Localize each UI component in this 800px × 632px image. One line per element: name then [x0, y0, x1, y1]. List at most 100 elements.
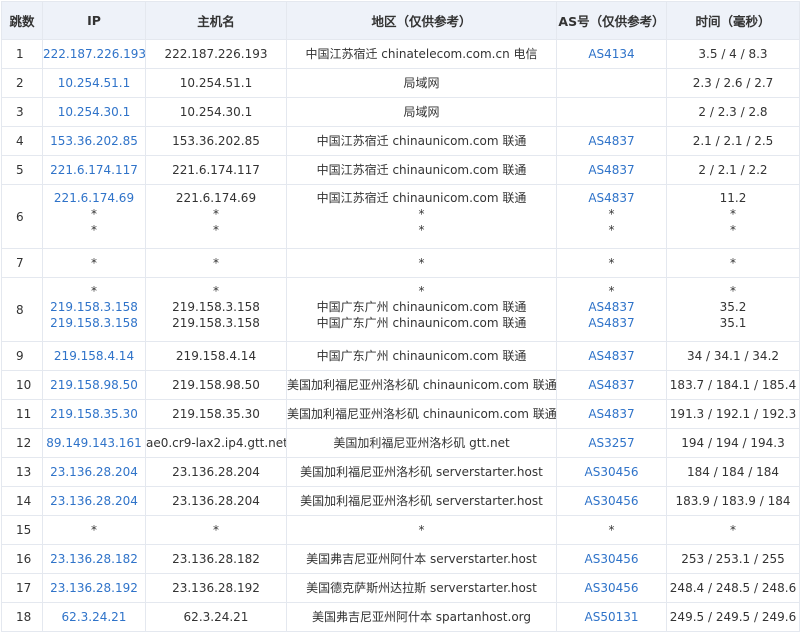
region-cell-text: * — [418, 284, 425, 298]
time-cell-text: 183.9 / 183.9 / 184 — [675, 494, 791, 508]
as-link[interactable]: AS30456 — [557, 551, 666, 567]
ip-link[interactable]: 153.36.202.85 — [43, 133, 145, 149]
ip-link[interactable]: 219.158.3.158 — [43, 315, 145, 331]
as-link[interactable]: AS30456 — [557, 493, 666, 509]
as-link[interactable]: AS4837 — [557, 299, 666, 315]
table-row: 18 62.3.24.21 62.3.24.21 美国弗吉尼亚州阿什本 spartan… — [1, 602, 800, 632]
ip-cell: 62.3.24.21 — [42, 602, 146, 632]
table-row: 5 221.6.174.117 221.6.174.117 中国江苏宿迁 chinau… — [1, 155, 800, 185]
region-cell: 中国江苏宿迁 chinatelecom.com.cn 电信 — [286, 39, 557, 69]
region-cell-text: 美国加利福尼亚州洛杉矶 serverstarter.host — [300, 494, 543, 508]
ip-link[interactable]: 219.158.4.14 — [43, 348, 145, 364]
region-cell-text: * — [418, 523, 425, 537]
region-cell-text: 局域网 — [403, 76, 440, 90]
ip-link[interactable]: 221.6.174.69 — [43, 190, 145, 206]
ip-link[interactable]: 219.158.98.50 — [43, 377, 145, 393]
ip-cell: * — [42, 248, 146, 278]
hostname-cell: 23.136.28.192 — [145, 573, 287, 603]
as-link — [557, 75, 666, 91]
ip-link[interactable]: 23.136.28.204 — [43, 493, 145, 509]
region-cell: 美国加利福尼亚州洛杉矶 chinaunicom.com 联通 — [286, 370, 557, 400]
table-row: 3 10.254.30.1 10.254.30.1 局域网 2 / 2.3 / 2.8 — [1, 97, 800, 127]
hostname-cell-text: 219.158.3.158 — [172, 300, 260, 314]
ip-link[interactable]: 23.136.28.204 — [43, 464, 145, 480]
ip-link[interactable]: 89.149.143.161 — [43, 435, 145, 451]
time-cell-text: * — [730, 207, 736, 221]
time-cell: * — [666, 248, 800, 278]
time-cell: 2 / 2.3 / 2.8 — [666, 97, 800, 127]
ip-cell: 10.254.51.1 — [42, 68, 146, 98]
region-cell-text: 美国德克萨斯州达拉斯 serverstarter.host — [306, 581, 537, 595]
hop-number: 7 — [1, 248, 43, 278]
time-cell: 191.3 / 192.1 / 192.3 — [666, 399, 800, 429]
ip-link[interactable]: 219.158.35.30 — [43, 406, 145, 422]
table-header: 跳数 IP 主机名 地区（仅供参考） AS号（仅供参考） 时间（毫秒） — [1, 1, 800, 40]
ip-link[interactable]: 219.158.3.158 — [43, 299, 145, 315]
as-link[interactable]: AS4837 — [557, 348, 666, 364]
as-link[interactable]: AS4837 — [557, 406, 666, 422]
hostname-cell: * — [145, 248, 287, 278]
hostname-cell-text: 219.158.98.50 — [172, 378, 260, 392]
time-cell-text: 2 / 2.1 / 2.2 — [698, 163, 768, 177]
time-cell-text: * — [730, 284, 736, 298]
as-cell: AS30456 — [556, 457, 667, 487]
region-cell-text: 中国广东广州 chinaunicom.com 联通 — [316, 316, 527, 330]
ip-link[interactable]: 221.6.174.117 — [43, 162, 145, 178]
as-link[interactable]: AS3257 — [557, 435, 666, 451]
table-row: 15 * * * * * — [1, 515, 800, 545]
as-link[interactable]: AS4837 — [557, 190, 666, 206]
hostname-cell: ae0.cr9-lax2.ip4.gtt.net — [145, 428, 287, 458]
time-cell-text: 184 / 184 / 184 — [686, 465, 780, 479]
traceroute-table: 跳数 IP 主机名 地区（仅供参考） AS号（仅供参考） 时间（毫秒） 1 222… — [1, 1, 800, 632]
as-link[interactable]: AS50131 — [557, 609, 666, 625]
as-link[interactable]: AS4837 — [557, 377, 666, 393]
hostname-cell-text: 10.254.30.1 — [179, 105, 253, 119]
region-cell-text: 美国加利福尼亚州洛杉矶 chinaunicom.com 联通 — [287, 378, 556, 392]
region-cell: 美国弗吉尼亚州阿什本 serverstarter.host — [286, 544, 557, 574]
as-cell: AS4837 — [556, 341, 667, 371]
time-cell-text: 253 / 253.1 / 255 — [681, 552, 785, 566]
hostname-cell: 221.6.174.69 * * — [145, 184, 287, 249]
table-row: 10 219.158.98.50 219.158.98.50 美国加利福尼亚州洛杉矶 … — [1, 370, 800, 400]
as-cell: AS30456 — [556, 573, 667, 603]
hostname-cell: 10.254.30.1 — [145, 97, 287, 127]
table-row: 4 153.36.202.85 153.36.202.85 中国江苏宿迁 chinau… — [1, 126, 800, 156]
as-link[interactable]: AS30456 — [557, 464, 666, 480]
ip-link: * — [91, 284, 97, 298]
time-cell-text: 191.3 / 192.1 / 192.3 — [669, 407, 797, 421]
as-link[interactable]: AS4837 — [557, 315, 666, 331]
as-link[interactable]: AS4134 — [557, 46, 666, 62]
hostname-cell-text: 221.6.174.117 — [172, 163, 260, 177]
region-cell: 中国江苏宿迁 chinaunicom.com 联通 — [286, 155, 557, 185]
region-cell-text: 美国弗吉尼亚州阿什本 spartanhost.org — [311, 610, 532, 624]
ip-link[interactable]: 62.3.24.21 — [43, 609, 145, 625]
time-cell-text: 3.5 / 4 / 8.3 — [698, 47, 768, 61]
ip-link[interactable]: 23.136.28.192 — [43, 580, 145, 596]
time-cell-text: 2.1 / 2.1 / 2.5 — [692, 134, 774, 148]
time-cell: 184 / 184 / 184 — [666, 457, 800, 487]
hop-number: 6 — [1, 184, 43, 249]
ip-link[interactable]: 222.187.226.193 — [43, 46, 145, 62]
as-cell — [556, 97, 667, 127]
hostname-cell-text: ae0.cr9-lax2.ip4.gtt.net — [146, 436, 286, 450]
ip-cell: 23.136.28.182 — [42, 544, 146, 574]
hostname-cell-text: * — [213, 207, 219, 221]
ip-link[interactable]: 10.254.51.1 — [43, 75, 145, 91]
ip-link: * — [91, 207, 97, 221]
ip-cell: 23.136.28.192 — [42, 573, 146, 603]
hop-number: 15 — [1, 515, 43, 545]
as-link: * — [608, 523, 615, 537]
hop-number: 8 — [1, 277, 43, 342]
region-cell-text: 中国江苏宿迁 chinatelecom.com.cn 电信 — [305, 47, 538, 61]
ip-link[interactable]: 10.254.30.1 — [43, 104, 145, 120]
as-link[interactable]: AS4837 — [557, 162, 666, 178]
ip-link[interactable]: 23.136.28.182 — [43, 551, 145, 567]
hop-number: 16 — [1, 544, 43, 574]
as-link[interactable]: AS30456 — [557, 580, 666, 596]
region-cell: 美国加利福尼亚州洛杉矶 serverstarter.host — [286, 457, 557, 487]
table-row: 8 * 219.158.3.158 219.158.3.158 * 219.158.3.1… — [1, 277, 800, 342]
as-link[interactable]: AS4837 — [557, 133, 666, 149]
time-cell: 253 / 253.1 / 255 — [666, 544, 800, 574]
region-cell: 局域网 — [286, 97, 557, 127]
time-cell-text: * — [730, 256, 736, 270]
